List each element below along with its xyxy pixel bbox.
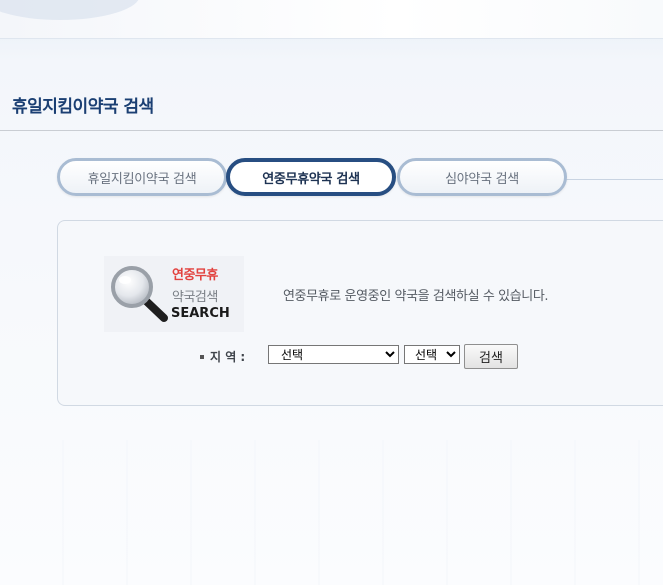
top-banner bbox=[0, 0, 663, 39]
magnifier-icon bbox=[111, 266, 168, 322]
tab-year-round-pharmacy[interactable]: 연중무휴약국 검색 bbox=[226, 158, 396, 196]
region-label-text: 지 역 : bbox=[210, 350, 246, 364]
logo-text-subtitle: 약국검색 bbox=[172, 290, 218, 305]
region-label: 지 역 : bbox=[200, 348, 245, 365]
subregion-select[interactable]: 선택 bbox=[404, 345, 460, 364]
region-select[interactable]: 선택 bbox=[268, 345, 399, 364]
search-description: 연중무휴로 운영중인 약국을 검색하실 수 있습니다. bbox=[283, 289, 549, 304]
search-button[interactable]: 검색 bbox=[464, 344, 518, 369]
page-title: 휴일지킴이약국 검색 bbox=[12, 97, 154, 117]
background-decoration bbox=[0, 440, 663, 585]
bullet-icon bbox=[200, 354, 204, 359]
tab-holiday-pharmacy[interactable]: 휴일지킴이약국 검색 bbox=[57, 158, 227, 196]
banner-decoration bbox=[0, 0, 140, 20]
logo-text-title: 연중무휴 bbox=[172, 268, 218, 283]
title-divider bbox=[0, 130, 663, 131]
logo-text-search: SEARCH bbox=[171, 306, 230, 321]
tab-night-pharmacy[interactable]: 심야약국 검색 bbox=[397, 158, 567, 196]
tab-divider bbox=[560, 179, 663, 180]
